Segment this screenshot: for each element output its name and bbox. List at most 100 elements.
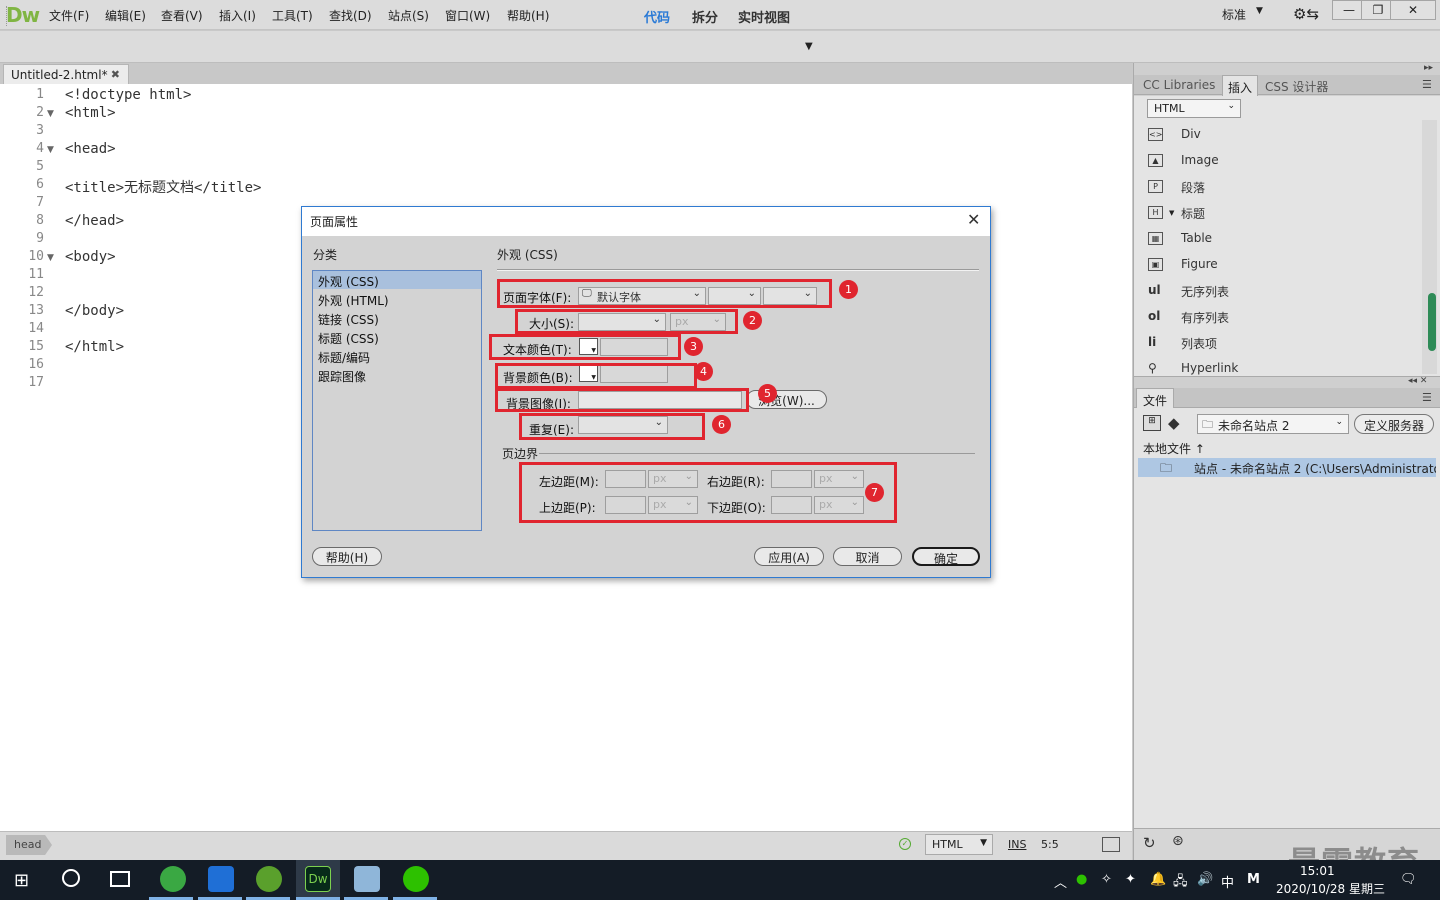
document-type-select[interactable]: HTML ▼ — [925, 834, 993, 855]
tray-volume-icon[interactable]: 🔊 — [1197, 872, 1213, 887]
site-select[interactable]: 🗀 未命名站点 2 ⌄ — [1197, 414, 1349, 434]
tray-app-icon[interactable]: ✦ — [1125, 872, 1136, 887]
apply-button[interactable]: 应用(A) — [754, 547, 824, 566]
office-app-icon[interactable] — [208, 866, 234, 892]
panel-menu-icon[interactable]: ☰ — [1422, 78, 1432, 91]
insert-category-select[interactable]: HTML ⌄ — [1147, 99, 1241, 118]
git-icon[interactable]: ◆ — [1168, 414, 1180, 432]
fold-toggle-icon[interactable]: ▼ — [47, 145, 54, 155]
tab-css-designer[interactable]: CSS 设计器 — [1265, 78, 1328, 95]
windows-start-icon[interactable]: ⊞ — [14, 870, 29, 891]
category-appearance-css[interactable]: 外观 (CSS) — [318, 273, 379, 290]
insert-item-figure[interactable]: Figure — [1181, 257, 1218, 271]
tray-ime[interactable]: 中 — [1221, 872, 1234, 891]
insert-item-table[interactable]: Table — [1181, 231, 1212, 245]
tab-insert[interactable]: 插入 — [1222, 75, 1259, 96]
notepad-app-icon[interactable] — [354, 866, 380, 892]
dialog-close-icon[interactable]: ✕ — [967, 210, 980, 229]
document-tab[interactable]: Untitled-2.html* ✖ — [3, 64, 129, 84]
insert-item-paragraph[interactable]: 段落 — [1181, 179, 1205, 196]
fold-toggle-icon[interactable]: ▼ — [47, 253, 54, 263]
wechat-app-icon[interactable] — [403, 866, 429, 892]
workspace-switcher[interactable]: 标准 — [1222, 6, 1246, 23]
fold-toggle-icon[interactable]: ▼ — [47, 109, 54, 119]
close-icon[interactable]: ✖ — [111, 68, 120, 81]
menu-tools[interactable]: 工具(T) — [272, 7, 313, 24]
menu-view[interactable]: 查看(V) — [161, 7, 203, 24]
category-tracing-image[interactable]: 跟踪图像 — [318, 368, 366, 385]
tray-m-icon[interactable]: M — [1247, 872, 1260, 887]
menu-edit[interactable]: 编辑(E) — [105, 7, 146, 24]
collapse-panel-icon[interactable]: ▸▸ — [1424, 63, 1433, 73]
live-view-button[interactable]: 实时视图 — [738, 7, 790, 26]
code-line[interactable]: </html> — [65, 339, 124, 355]
category-appearance-html[interactable]: 外观 (HTML) — [318, 292, 389, 309]
insert-item-ordered-list[interactable]: 有序列表 — [1181, 309, 1229, 326]
menu-file[interactable]: 文件(F) — [49, 7, 89, 24]
view-dropdown-caret-icon[interactable]: ▼ — [805, 41, 813, 52]
close-window-button[interactable]: ✕ — [1390, 0, 1436, 20]
insert-mode-indicator[interactable]: INS — [1008, 838, 1026, 851]
insert-item-hyperlink[interactable]: Hyperlink — [1181, 361, 1238, 375]
insert-item-div[interactable]: Div — [1181, 127, 1201, 141]
menu-insert[interactable]: 插入(I) — [219, 7, 256, 24]
annotation-badge-7: 7 — [865, 483, 884, 502]
search-icon[interactable] — [62, 869, 80, 887]
action-center-icon[interactable]: 🗨 — [1400, 872, 1417, 887]
heading-icon: H — [1148, 206, 1163, 219]
insert-item-list-item[interactable]: 列表项 — [1181, 335, 1217, 352]
code-line[interactable]: <!doctype html> — [65, 87, 191, 103]
line-number: 3 — [36, 123, 44, 138]
code-view-button[interactable]: 代码 — [644, 7, 670, 26]
cancel-button[interactable]: 取消 — [833, 547, 902, 566]
menu-help[interactable]: 帮助(H) — [507, 7, 549, 24]
local-files-header[interactable]: 本地文件 ↑ — [1143, 440, 1205, 457]
server-sync-icon[interactable]: ⊛ — [1172, 833, 1184, 849]
ok-button[interactable]: 确定 — [912, 547, 980, 566]
browser-app-icon[interactable] — [160, 866, 186, 892]
menu-site[interactable]: 站点(S) — [388, 7, 429, 24]
insert-item-unordered-list[interactable]: 无序列表 — [1181, 283, 1229, 300]
preview-window-icon[interactable] — [1102, 837, 1120, 852]
annotation-badge-6: 6 — [712, 415, 731, 434]
menu-window[interactable]: 窗口(W) — [445, 7, 490, 24]
melon-app-icon[interactable] — [256, 866, 282, 892]
clock-time[interactable]: 15:01 — [1300, 864, 1335, 878]
tray-network-icon[interactable]: 🖧 — [1173, 872, 1188, 894]
tray-notify-icon[interactable]: 🔔 — [1150, 872, 1166, 887]
connect-icon[interactable]: ⊞ — [1143, 415, 1161, 431]
code-line[interactable]: <title>无标题文档</title> — [65, 177, 261, 197]
tab-cc-libraries[interactable]: CC Libraries — [1143, 78, 1215, 92]
tab-files[interactable]: 文件 — [1136, 388, 1175, 409]
split-view-button[interactable]: 拆分 — [692, 7, 718, 26]
sync-settings-gear-icon[interactable]: ⚙⇆ — [1293, 5, 1319, 23]
insert-item-image[interactable]: Image — [1181, 153, 1219, 167]
help-button[interactable]: 帮助(H) — [312, 547, 382, 566]
insert-panel-scroll-thumb[interactable] — [1428, 293, 1436, 351]
site-tree-row[interactable]: 🗀 站点 - 未命名站点 2 (C:\Users\Administrator\.… — [1138, 458, 1436, 477]
collapse-panel-icon[interactable]: ◂◂ ✕ — [1408, 376, 1427, 386]
category-headings-css[interactable]: 标题 (CSS) — [318, 330, 379, 347]
panel-menu-icon[interactable]: ☰ — [1422, 391, 1432, 404]
code-line[interactable]: <head> — [65, 141, 116, 157]
category-list[interactable] — [312, 270, 482, 531]
tray-wechat-icon[interactable]: ● — [1076, 872, 1087, 887]
insert-item-heading[interactable]: 标题 — [1181, 205, 1205, 222]
tray-chevron-up-icon[interactable]: ︿ — [1054, 872, 1067, 891]
tag-selector-head[interactable]: head — [6, 835, 52, 855]
menu-find[interactable]: 查找(D) — [329, 7, 372, 24]
line-number: 2 — [36, 105, 44, 120]
code-line[interactable]: <html> — [65, 105, 116, 121]
clock-date[interactable]: 2020/10/28 星期三 — [1276, 880, 1385, 897]
code-line[interactable]: </head> — [65, 213, 124, 229]
define-server-button[interactable]: 定义服务器 — [1354, 414, 1434, 434]
code-line[interactable]: <body> — [65, 249, 116, 265]
dreamweaver-taskbar-icon[interactable]: Dw — [305, 866, 331, 892]
task-view-icon[interactable] — [110, 871, 130, 887]
tray-qq-icon[interactable]: ✧ — [1101, 872, 1112, 887]
code-line[interactable]: </body> — [65, 303, 124, 319]
refresh-icon[interactable]: ↻ — [1143, 834, 1156, 852]
category-title-encoding[interactable]: 标题/编码 — [318, 349, 370, 366]
category-links-css[interactable]: 链接 (CSS) — [318, 311, 379, 328]
files-tab-bar — [1134, 388, 1440, 408]
